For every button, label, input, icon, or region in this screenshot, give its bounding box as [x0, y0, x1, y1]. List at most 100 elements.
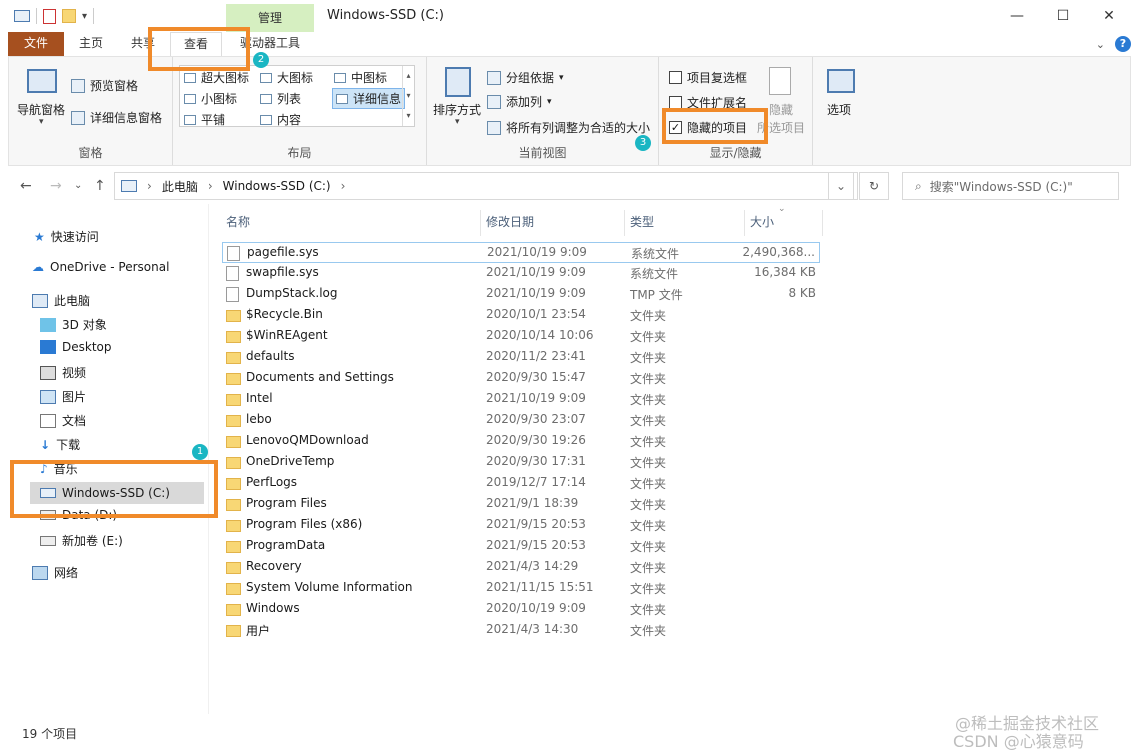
checkbox[interactable]: [669, 71, 682, 84]
tab-file[interactable]: 文件: [8, 32, 64, 56]
breadcrumb-drive[interactable]: Windows-SSD (C:): [223, 179, 331, 193]
file-date: 2021/9/1 18:39: [486, 496, 579, 510]
table-row[interactable]: $WinREAgent 2020/10/14 10:06 文件夹: [222, 326, 820, 347]
table-row[interactable]: Intel 2021/10/19 9:09 文件夹: [222, 389, 820, 410]
forward-arrow-icon[interactable]: →: [50, 178, 62, 194]
layout-scroll[interactable]: ▴ ▾ ▾: [402, 66, 414, 126]
quick-access-toolbar: ▾: [14, 8, 95, 24]
table-row[interactable]: swapfile.sys 2021/10/19 9:09 系统文件 16,384 KB: [222, 263, 820, 284]
preview-pane-button[interactable]: 预览窗格: [71, 77, 138, 94]
details-pane-button[interactable]: 详细信息窗格: [71, 109, 162, 126]
layout-large[interactable]: 大图标: [260, 69, 313, 86]
close-button[interactable]: ✕: [1086, 0, 1132, 32]
group-layout: 超大图标 大图标 中图标 小图标 列表 详细信息 平铺 内容 ▴ ▾ ▾ 布局: [173, 57, 427, 165]
group-by-icon: [487, 70, 501, 85]
breadcrumb-this-pc[interactable]: 此电脑: [162, 178, 198, 195]
sidebar-item-documents[interactable]: 文档: [40, 412, 86, 429]
table-row[interactable]: Documents and Settings 2020/9/30 15:47 文件夹: [222, 368, 820, 389]
layout-details[interactable]: 详细信息: [332, 88, 406, 109]
sidebar-item-label: 快速访问: [50, 230, 99, 244]
hide-selected-label[interactable]: 隐藏: [769, 101, 793, 118]
table-row[interactable]: System Volume Information 2021/11/15 15:5…: [222, 578, 820, 599]
layout-small[interactable]: 小图标: [184, 90, 237, 107]
sidebar-item-this-pc[interactable]: 此电脑: [32, 292, 90, 309]
sidebar-item-videos[interactable]: 视频: [40, 364, 86, 381]
drive-icon[interactable]: [14, 10, 30, 22]
sort-by-button[interactable]: 排序方式: [433, 101, 481, 118]
chevron-down-icon[interactable]: ▾: [82, 11, 87, 22]
picture-icon: [40, 389, 56, 404]
maximize-button[interactable]: ☐: [1040, 0, 1086, 32]
file-name: pagefile.sys: [247, 245, 319, 259]
up-arrow-icon[interactable]: ↑: [94, 178, 106, 194]
column-header-name[interactable]: 名称: [226, 210, 250, 236]
table-row[interactable]: Recovery 2021/4/3 14:29 文件夹: [222, 557, 820, 578]
sidebar-item-network[interactable]: 网络: [32, 564, 78, 581]
layout-gallery: 超大图标 大图标 中图标 小图标 列表 详细信息 平铺 内容 ▴ ▾ ▾: [179, 65, 415, 127]
add-columns-button[interactable]: 添加列 ▾: [487, 93, 552, 110]
table-row[interactable]: OneDriveTemp 2020/9/30 17:31 文件夹: [222, 452, 820, 473]
search-input[interactable]: ⌕ 搜索"Windows-SSD (C:)": [902, 172, 1119, 200]
ribbon-collapse-icon[interactable]: ⌄: [1096, 38, 1105, 51]
table-row[interactable]: PerfLogs 2019/12/7 17:14 文件夹: [222, 473, 820, 494]
sidebar-item-3d-objects[interactable]: 3D 对象: [40, 316, 107, 333]
sidebar-item-new-volume-e[interactable]: 新加卷 (E:): [40, 532, 123, 549]
file-date: 2020/10/1 23:54: [486, 307, 586, 321]
column-header-type[interactable]: 类型: [630, 210, 654, 236]
column-separator[interactable]: [480, 210, 481, 236]
help-icon[interactable]: ?: [1115, 36, 1131, 52]
item-checkboxes-toggle[interactable]: 项目复选框: [669, 69, 747, 86]
layout-content[interactable]: 内容: [260, 111, 301, 128]
drive-icon: [40, 535, 56, 546]
properties-icon[interactable]: [43, 8, 56, 24]
layout-label: 详细信息: [353, 92, 402, 106]
options-button[interactable]: 选项: [827, 101, 851, 118]
table-row[interactable]: ProgramData 2021/9/15 20:53 文件夹: [222, 536, 820, 557]
table-row[interactable]: lebo 2020/9/30 23:07 文件夹: [222, 410, 820, 431]
chevron-right-icon[interactable]: ›: [208, 179, 213, 193]
table-row[interactable]: Windows 2020/10/19 9:09 文件夹: [222, 599, 820, 620]
chevron-right-icon[interactable]: ›: [341, 179, 346, 193]
tab-home[interactable]: 主页: [76, 32, 106, 56]
file-type: 文件夹: [630, 330, 667, 344]
sidebar-item-desktop[interactable]: Desktop: [40, 340, 112, 354]
column-header-date[interactable]: 修改日期: [486, 210, 534, 236]
address-dropdown-icon[interactable]: ⌄: [828, 172, 854, 200]
folder-icon: [226, 499, 241, 511]
sidebar-item-downloads[interactable]: ↓ 下载: [40, 436, 80, 453]
chevron-right-icon[interactable]: ›: [147, 179, 152, 193]
table-row[interactable]: 用户 2021/4/3 14:30 文件夹: [222, 620, 820, 641]
layout-list[interactable]: 列表: [260, 90, 301, 107]
layout-tiles[interactable]: 平铺: [184, 111, 225, 128]
table-row[interactable]: Program Files 2021/9/1 18:39 文件夹: [222, 494, 820, 515]
table-row[interactable]: $Recycle.Bin 2020/10/1 23:54 文件夹: [222, 305, 820, 326]
column-separator[interactable]: [624, 210, 625, 236]
layout-extra-large[interactable]: 超大图标: [184, 69, 249, 86]
table-row[interactable]: Program Files (x86) 2021/9/15 20:53 文件夹: [222, 515, 820, 536]
refresh-icon[interactable]: ↻: [859, 172, 889, 200]
back-arrow-icon[interactable]: ←: [20, 178, 32, 194]
table-row[interactable]: DumpStack.log 2021/10/19 9:09 TMP 文件 8 KB: [222, 284, 820, 305]
address-bar[interactable]: › 此电脑 › Windows-SSD (C:) ›: [114, 172, 858, 200]
fit-columns-button[interactable]: 将所有列调整为合适的大小: [487, 119, 650, 136]
sidebar-item-quick-access[interactable]: ★ 快速访问: [34, 228, 99, 245]
folder-icon: [226, 352, 241, 364]
table-row[interactable]: defaults 2020/11/2 23:41 文件夹: [222, 347, 820, 368]
layout-label: 小图标: [201, 92, 238, 106]
sidebar-item-pictures[interactable]: 图片: [40, 388, 86, 405]
file-date: 2020/9/30 23:07: [486, 412, 586, 426]
table-row[interactable]: LenovoQMDownload 2020/9/30 19:26 文件夹: [222, 431, 820, 452]
recent-locations-icon[interactable]: ⌄: [74, 180, 82, 191]
layout-medium[interactable]: 中图标: [334, 69, 387, 86]
layout-label: 大图标: [277, 71, 314, 85]
group-by-button[interactable]: 分组依据 ▾: [487, 69, 564, 86]
table-row[interactable]: pagefile.sys 2021/10/19 9:09 系统文件 2,490,368…: [222, 242, 820, 263]
nav-pane-button[interactable]: 导航窗格: [17, 101, 65, 118]
sidebar-item-onedrive[interactable]: ☁ OneDrive - Personal: [32, 260, 169, 274]
chevron-down-icon: ▾: [559, 72, 564, 83]
new-folder-icon[interactable]: [62, 9, 76, 23]
column-separator[interactable]: [822, 210, 823, 236]
column-header-size[interactable]: 大小: [750, 210, 774, 236]
column-separator[interactable]: [744, 210, 745, 236]
minimize-button[interactable]: —: [994, 0, 1040, 32]
